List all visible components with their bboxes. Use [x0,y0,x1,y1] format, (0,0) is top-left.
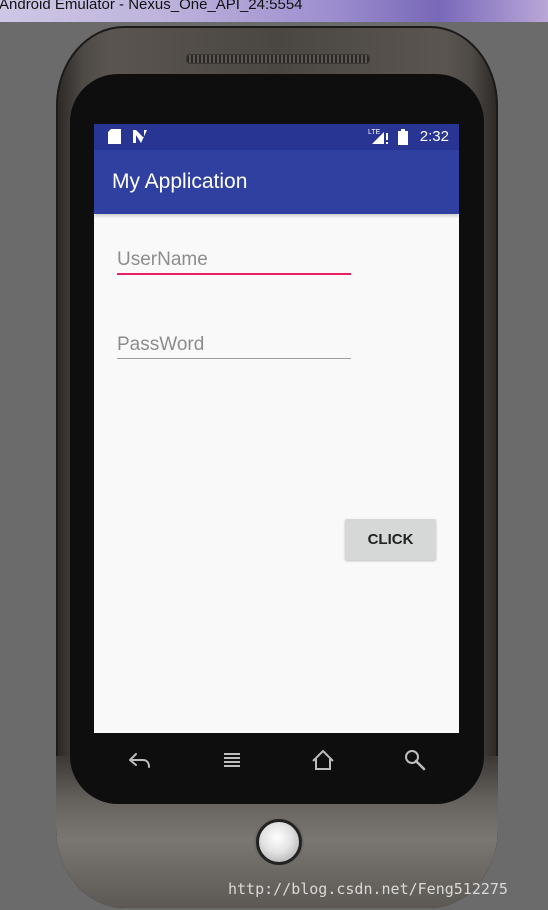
battery-icon [398,129,408,149]
app-bar: My Application [94,150,459,214]
search-icon[interactable] [403,748,429,774]
device-screen: LTE 2:32 My Application CLICK [94,124,459,733]
nougat-n-icon [132,129,150,148]
status-bar: LTE 2:32 [94,124,459,150]
sd-card-icon [108,129,121,148]
back-icon[interactable] [127,748,153,774]
username-input[interactable] [117,247,351,275]
password-input[interactable] [117,332,351,359]
status-time: 2:32 [419,128,449,145]
menu-icon[interactable] [219,748,245,774]
speaker-grille [186,54,370,64]
app-title: My Application [112,170,248,193]
emulator-title-bar: Android Emulator - Nexus_One_API_24:5554 [0,0,548,22]
svg-text:LTE: LTE [368,129,381,136]
home-icon[interactable] [310,748,336,774]
click-button[interactable]: CLICK [345,519,436,560]
trackball-button[interactable] [256,819,302,865]
lte-signal-icon: LTE [368,127,390,149]
watermark: http://blog.csdn.net/Feng512275 [228,880,508,898]
window-title: Android Emulator - Nexus_One_API_24:5554 [0,0,303,13]
